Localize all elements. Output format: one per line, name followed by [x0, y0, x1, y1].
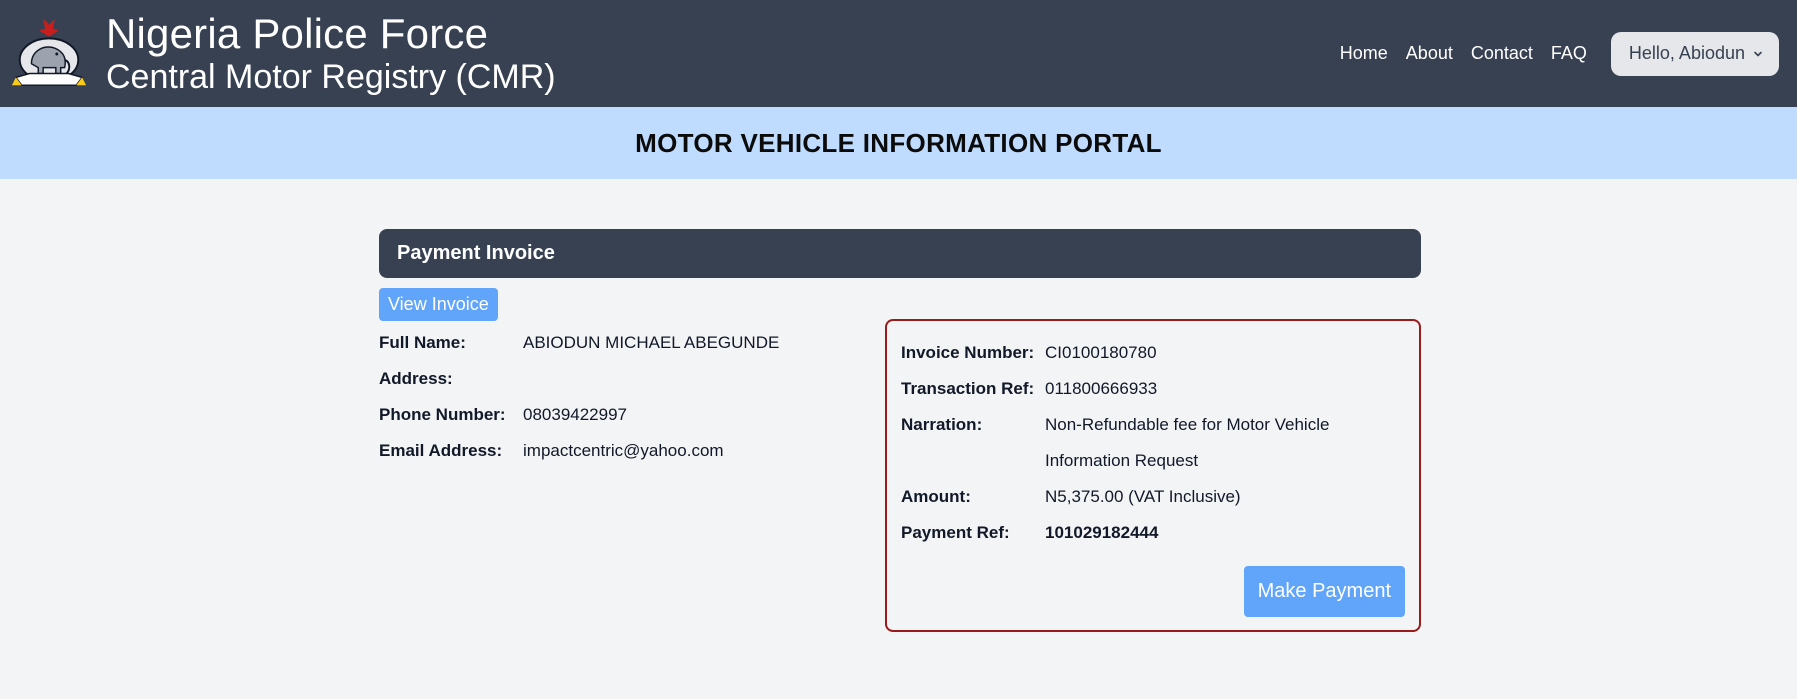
amount-row: Amount: N5,375.00 (VAT Inclusive) [901, 479, 1405, 515]
view-invoice-button[interactable]: View Invoice [379, 288, 498, 321]
invoice-details-box: Invoice Number: CI0100180780 Transaction… [885, 319, 1421, 632]
payment-ref-label: Payment Ref: [901, 523, 1010, 542]
amount-label: Amount: [901, 487, 971, 506]
payment-ref-value: 101029182444 [1045, 523, 1159, 542]
address-label: Address: [379, 369, 453, 388]
user-menu-button[interactable]: Hello, Abiodun [1610, 31, 1779, 76]
transaction-ref-label: Transaction Ref: [901, 379, 1035, 398]
make-payment-button[interactable]: Make Payment [1243, 566, 1405, 617]
transaction-ref-value: 011800666933 [1045, 379, 1158, 398]
email-label: Email Address: [379, 441, 503, 460]
portal-banner: MOTOR VEHICLE INFORMATION PORTAL [0, 107, 1797, 179]
full-name-value: ABIODUN MICHAEL ABEGUNDE [523, 333, 780, 352]
invoice-number-row: Invoice Number: CI0100180780 [901, 335, 1405, 371]
chevron-down-icon [1754, 51, 1762, 56]
section-title: Payment Invoice [397, 242, 555, 264]
address-row: Address: [379, 361, 779, 397]
email-value: impactcentric@yahoo.com [523, 441, 724, 460]
brand: Nigeria Police Force Central Motor Regis… [106, 9, 556, 96]
police-crest-icon [11, 18, 87, 86]
payment-ref-row: Payment Ref: 101029182444 [901, 515, 1405, 551]
narration-label: Narration: [901, 415, 983, 434]
brand-subtitle: Central Motor Registry (CMR) [106, 57, 556, 96]
transaction-ref-row: Transaction Ref: 011800666933 [901, 371, 1405, 407]
narration-value: Non-Refundable fee for Motor Vehicle Inf… [1045, 415, 1330, 470]
phone-row: Phone Number: 08039422997 [379, 397, 779, 433]
payment-invoice-header: Payment Invoice [379, 229, 1421, 278]
invoice-number-value: CI0100180780 [1045, 343, 1157, 362]
phone-value: 08039422997 [523, 405, 628, 424]
nav-home-link[interactable]: Home [1340, 43, 1388, 64]
email-row: Email Address: impactcentric@yahoo.com [379, 433, 779, 469]
user-menu-label: Hello, Abiodun [1628, 43, 1745, 63]
main-nav: Home About Contact FAQ Hello, Abiodun [1340, 31, 1787, 76]
brand-title: Nigeria Police Force [106, 9, 489, 57]
top-header: Nigeria Police Force Central Motor Regis… [0, 0, 1797, 107]
nav-contact-link[interactable]: Contact [1471, 43, 1533, 64]
full-name-row: Full Name: ABIODUN MICHAEL ABEGUNDE [379, 325, 779, 361]
amount-value: N5,375.00 (VAT Inclusive) [1045, 487, 1241, 506]
customer-info: Full Name: ABIODUN MICHAEL ABEGUNDE Addr… [379, 325, 779, 469]
phone-label: Phone Number: [379, 405, 506, 424]
narration-row: Narration: Non-Refundable fee for Motor … [901, 407, 1405, 479]
nav-faq-link[interactable]: FAQ [1551, 43, 1587, 64]
portal-title: MOTOR VEHICLE INFORMATION PORTAL [635, 127, 1162, 158]
invoice-container: Payment Invoice View Invoice Full Name: … [379, 229, 1421, 632]
invoice-number-label: Invoice Number: [901, 343, 1035, 362]
nav-about-link[interactable]: About [1406, 43, 1453, 64]
full-name-label: Full Name: [379, 333, 466, 352]
